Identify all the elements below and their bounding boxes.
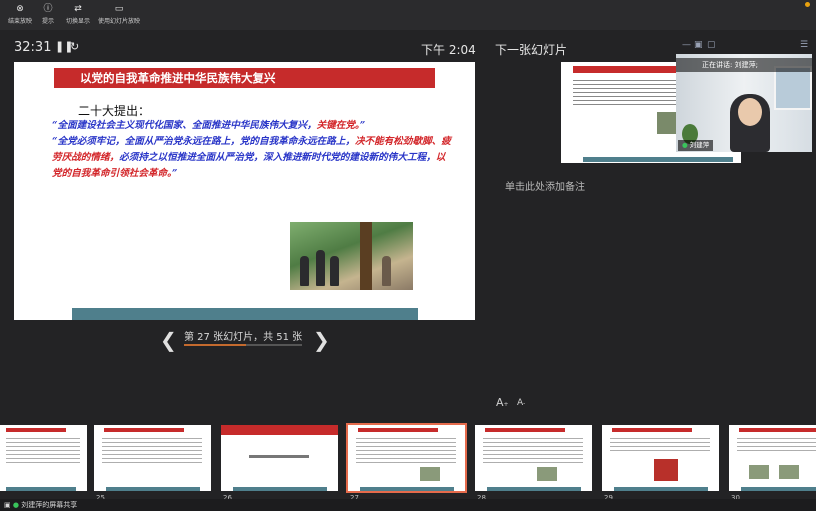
- slide-lead: 二十大提出：: [78, 104, 151, 118]
- close-circle-icon: ⊗: [16, 4, 24, 14]
- next-slide-title-bar: [573, 66, 683, 73]
- progress-fill: [184, 344, 247, 346]
- info-icon: ⓘ: [43, 4, 53, 14]
- next-slide-footer-bar: [583, 157, 733, 162]
- paragraph-1: “全面建设社会主义现代化国家、全面推进中华民族伟大复兴，关键在党。”: [52, 120, 366, 131]
- slide-body: “全面建设社会主义现代化国家、全面推进中华民族伟大复兴，关键在党。” “全党必须…: [52, 118, 452, 182]
- thumbnail-lines: [737, 435, 816, 453]
- screen-share-indicator[interactable]: ▣ ● 刘建萍的屏幕共享: [4, 499, 77, 511]
- person-figure: [316, 250, 325, 286]
- previous-slide-button[interactable]: ❮: [160, 328, 177, 352]
- bottom-bar: ▣ ● 刘建萍的屏幕共享: [0, 499, 816, 511]
- slide-progress-bar: [184, 344, 302, 346]
- thumbnail-title-bar: [739, 428, 816, 432]
- maximize-icon[interactable]: ▢: [707, 40, 716, 50]
- thumbnail-caption: [249, 455, 309, 458]
- thumbnail-footer: [360, 487, 454, 491]
- current-slide[interactable]: 以党的自我革命推进中华民族伟大复兴 二十大提出： “全面建设社会主义现代化国家、…: [14, 62, 475, 320]
- mic-icon: ●: [12, 501, 19, 509]
- top-toolbar: ⊗ 结束放映 ⓘ 提示 ⇄ 切换显示 ▭ 使用幻灯片放映: [0, 0, 816, 30]
- video-window: [774, 66, 812, 110]
- notes-area[interactable]: 单击此处添加备注: [505, 178, 585, 193]
- swap-icon: ⇄: [74, 4, 82, 14]
- thumbnail-title-bar: [358, 428, 438, 432]
- thumbnail-photo: [779, 465, 799, 479]
- restore-icon[interactable]: ▣: [694, 40, 703, 50]
- speaking-indicator: 正在讲话: 刘建萍;: [676, 58, 812, 72]
- status-dot: [805, 2, 810, 7]
- next-slide-heading: 下一张幻灯片: [495, 43, 568, 57]
- hint-button[interactable]: ⓘ 提示: [42, 4, 54, 25]
- thumbnail-lines: [102, 435, 202, 465]
- minus-icon: -: [523, 400, 526, 407]
- thumbnail-footer: [741, 487, 816, 491]
- speaker-face: [738, 98, 762, 126]
- end-show-button[interactable]: ⊗ 结束放映: [8, 4, 32, 25]
- slide-footer-bar: [72, 308, 418, 320]
- reset-icon[interactable]: ↻: [70, 40, 79, 53]
- switch-display-button[interactable]: ⇄ 切换显示: [66, 4, 90, 25]
- thumbnail-27[interactable]: [346, 423, 467, 493]
- next-slide-button[interactable]: ❯: [313, 328, 330, 352]
- plus-icon: +: [503, 401, 509, 408]
- clock: 下午 2:04: [421, 43, 476, 57]
- thumbnail-lines: [6, 435, 80, 465]
- slide-counter: 第 27 张幻灯片，共 51 张: [184, 332, 303, 343]
- video-name-tag: ● 刘建萍: [678, 140, 714, 151]
- slideshow-icon: ▭: [114, 4, 124, 14]
- thumbnail-29[interactable]: [602, 425, 719, 491]
- paragraph-2: “全党必须牢记，全面从严治党永远在路上，党的自我革命永远在路上，决不能有松劲歇脚…: [52, 136, 451, 179]
- elapsed-timer: 32:31: [14, 40, 52, 55]
- menu-icon[interactable]: ☰: [800, 40, 808, 50]
- slide-title: 以党的自我革命推进中华民族伟大复兴: [54, 68, 435, 88]
- next-slide-text: [573, 77, 683, 107]
- thumbnail-24[interactable]: [0, 425, 87, 491]
- thumbnail-title-bar: [104, 428, 184, 432]
- thumbnail-lines: [356, 435, 456, 465]
- thumbnail-footer: [614, 487, 708, 491]
- thumbnail-26[interactable]: [221, 425, 338, 491]
- use-slideshow-button[interactable]: ▭ 使用幻灯片放映: [98, 4, 140, 25]
- person-figure: [330, 256, 339, 286]
- thumbnail-title-bar: [6, 428, 66, 432]
- thumbnail-photo: [654, 459, 678, 481]
- thumbnail-lines: [483, 435, 583, 465]
- thumbnail-25[interactable]: [94, 425, 211, 491]
- thumbnail-footer: [233, 487, 327, 491]
- thumbnail-photo: [749, 465, 769, 479]
- thumbnail-header-block: [221, 425, 338, 435]
- screen-share-icon: ▣: [4, 501, 11, 509]
- thumbnail-photo: [537, 467, 557, 481]
- thumbnail-lines: [610, 435, 710, 453]
- increase-font-button[interactable]: A+: [496, 396, 509, 409]
- person-figure: [382, 256, 391, 286]
- thumbnail-28[interactable]: [475, 425, 592, 491]
- person-figure: [300, 256, 309, 286]
- mic-icon: ●: [682, 141, 688, 149]
- thumbnail-title-bar: [612, 428, 692, 432]
- slide-thumbnail-strip: [0, 420, 816, 500]
- thumbnail-30[interactable]: [729, 425, 816, 491]
- thumbnail-footer: [487, 487, 581, 491]
- decrease-font-button[interactable]: A-: [517, 398, 525, 408]
- thumbnail-photo: [420, 467, 440, 481]
- thumbnail-title-bar: [485, 428, 565, 432]
- thumbnail-footer: [106, 487, 200, 491]
- thumbnail-footer: [6, 487, 76, 491]
- slide-photo: [290, 222, 413, 290]
- minimize-icon[interactable]: —: [682, 40, 691, 50]
- tree-trunk: [360, 222, 372, 290]
